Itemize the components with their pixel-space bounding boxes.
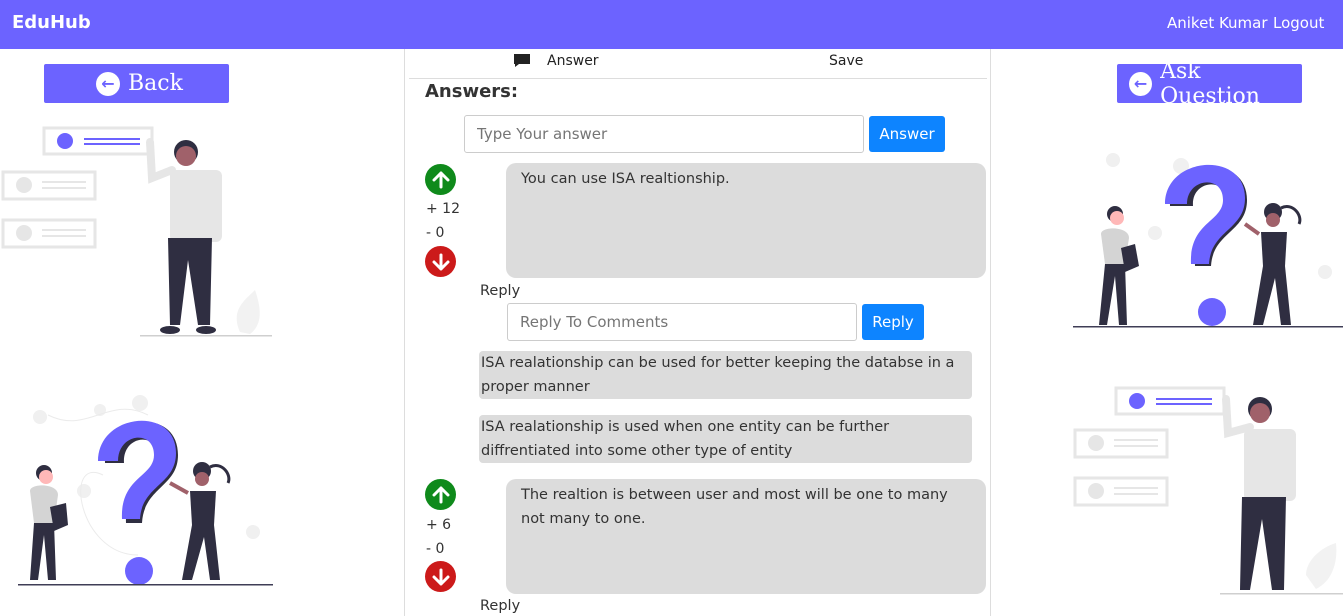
brand-logo[interactable]: EduHub	[12, 12, 91, 33]
back-button-label: Back	[128, 71, 183, 96]
ask-question-button[interactable]: ← Ask Question	[1117, 59, 1302, 109]
upvote-button[interactable]	[425, 164, 456, 195]
user-name[interactable]: Aniket Kumar	[1167, 14, 1268, 32]
reply-link[interactable]: Reply	[480, 283, 520, 299]
answer-text: The realtion is between user and most wi…	[506, 479, 986, 594]
question-actions-bar: Answer Save	[409, 49, 987, 79]
person-with-cards-illustration	[1, 126, 272, 337]
arrow-left-circle-icon: ←	[1129, 71, 1153, 96]
arrow-down-icon	[432, 568, 449, 585]
answer-submit-button[interactable]: Answer	[869, 116, 945, 152]
downvote-button[interactable]	[425, 246, 456, 277]
reply-link[interactable]: Reply	[480, 598, 520, 614]
answer-action[interactable]: Answer	[547, 53, 599, 69]
upvote-button[interactable]	[425, 479, 456, 510]
navbar: EduHub Aniket Kumar Logout	[0, 0, 1343, 49]
comment-icon[interactable]	[513, 53, 531, 68]
comment-item: ISA realationship can be used for better…	[479, 351, 972, 399]
person-with-cards-illustration	[1073, 386, 1343, 595]
answer-text: You can use ISA realtionship.	[506, 163, 986, 278]
downvote-count: - 0	[426, 541, 445, 557]
comment-item: ISA realationship is used when one entit…	[479, 415, 972, 463]
downvote-button[interactable]	[425, 561, 456, 592]
question-mark-people-illustration	[1073, 153, 1343, 328]
save-action[interactable]: Save	[829, 53, 863, 69]
downvote-count: - 0	[426, 225, 445, 241]
logout-link[interactable]: Logout	[1273, 14, 1324, 32]
answers-heading: Answers:	[425, 81, 519, 102]
arrow-up-icon	[432, 171, 449, 188]
question-mark-people-illustration	[18, 395, 273, 586]
reply-input[interactable]	[507, 303, 857, 341]
answer-input[interactable]	[464, 115, 864, 153]
upvote-count: + 12	[426, 201, 460, 217]
back-button[interactable]: ← Back	[44, 64, 229, 103]
arrow-down-icon	[432, 253, 449, 270]
answers-panel: Answer Save Answers: Answer + 12 - 0 You…	[404, 49, 991, 616]
arrow-up-icon	[432, 486, 449, 503]
reply-submit-button[interactable]: Reply	[862, 304, 924, 340]
upvote-count: + 6	[426, 517, 452, 533]
ask-question-button-label: Ask Question	[1160, 58, 1260, 109]
arrow-left-circle-icon: ←	[96, 71, 120, 96]
